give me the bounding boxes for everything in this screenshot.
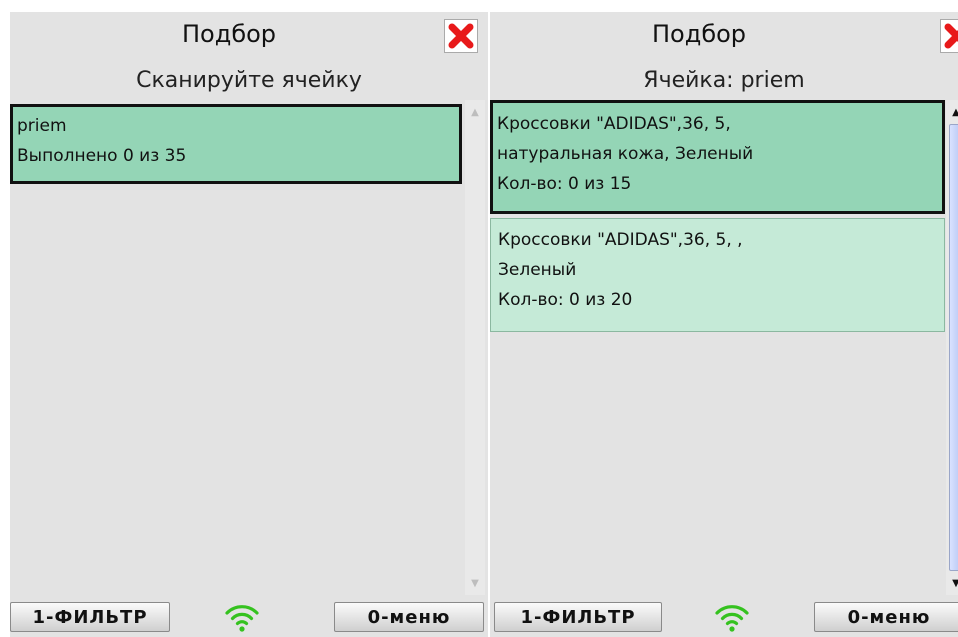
- close-button[interactable]: [940, 19, 958, 53]
- page-title: Подбор: [182, 20, 277, 48]
- bottom-toolbar: 1-ФИЛЬТР 0-меню: [10, 595, 488, 637]
- menu-button[interactable]: 0-меню: [814, 602, 958, 632]
- wifi-icon: [715, 605, 749, 632]
- item-attributes: Зеленый: [498, 260, 577, 280]
- title-bar: Подбор: [490, 12, 958, 60]
- cell-list: priem Выполнено 0 из 35: [10, 100, 462, 595]
- left-screen: Подбор Сканируйте ячейку priem Выполнено…: [10, 12, 488, 637]
- right-screen: Подбор Ячейка: priem Кроссовки "ADIDAS",…: [490, 12, 958, 637]
- close-icon: [448, 23, 474, 49]
- scroll-up-arrow-icon[interactable]: ▲: [946, 102, 958, 122]
- item-attributes: натуральная кожа, Зеленый: [497, 144, 754, 164]
- item-name: Кроссовки "ADIDAS",36, 5,: [497, 114, 731, 134]
- list-item[interactable]: priem Выполнено 0 из 35: [10, 104, 462, 184]
- progress-text: Выполнено 0 из 35: [17, 146, 187, 166]
- item-name: Кроссовки "ADIDAS",36, 5, ,: [498, 230, 743, 250]
- wifi-icon: [225, 605, 259, 632]
- scrollbar[interactable]: ▲ ▼: [465, 100, 485, 595]
- scroll-up-arrow-icon[interactable]: ▲: [465, 102, 485, 122]
- filter-button[interactable]: 1-ФИЛЬТР: [10, 602, 170, 632]
- cell-header: Ячейка: priem: [643, 68, 805, 93]
- page-title: Подбор: [652, 20, 747, 48]
- close-icon: [944, 23, 958, 49]
- scroll-down-arrow-icon[interactable]: ▼: [465, 573, 485, 593]
- scroll-thumb[interactable]: [949, 124, 958, 571]
- list-item[interactable]: Кроссовки "ADIDAS",36, 5, натуральная ко…: [490, 100, 945, 214]
- bottom-toolbar: 1-ФИЛЬТР 0-меню: [490, 595, 958, 637]
- item-quantity: Кол-во: 0 из 15: [497, 174, 632, 194]
- item-quantity: Кол-во: 0 из 20: [498, 290, 633, 310]
- filter-button[interactable]: 1-ФИЛЬТР: [494, 602, 662, 632]
- list-item[interactable]: Кроссовки "ADIDAS",36, 5, , Зеленый Кол-…: [490, 218, 945, 332]
- scroll-down-arrow-icon[interactable]: ▼: [946, 573, 958, 593]
- title-bar: Подбор: [10, 12, 488, 60]
- cell-name: priem: [17, 116, 67, 136]
- close-button[interactable]: [444, 19, 478, 53]
- scan-prompt: Сканируйте ячейку: [136, 68, 362, 93]
- menu-button[interactable]: 0-меню: [334, 602, 484, 632]
- item-list: Кроссовки "ADIDAS",36, 5, натуральная ко…: [490, 100, 945, 595]
- scrollbar[interactable]: ▲ ▼: [946, 100, 958, 595]
